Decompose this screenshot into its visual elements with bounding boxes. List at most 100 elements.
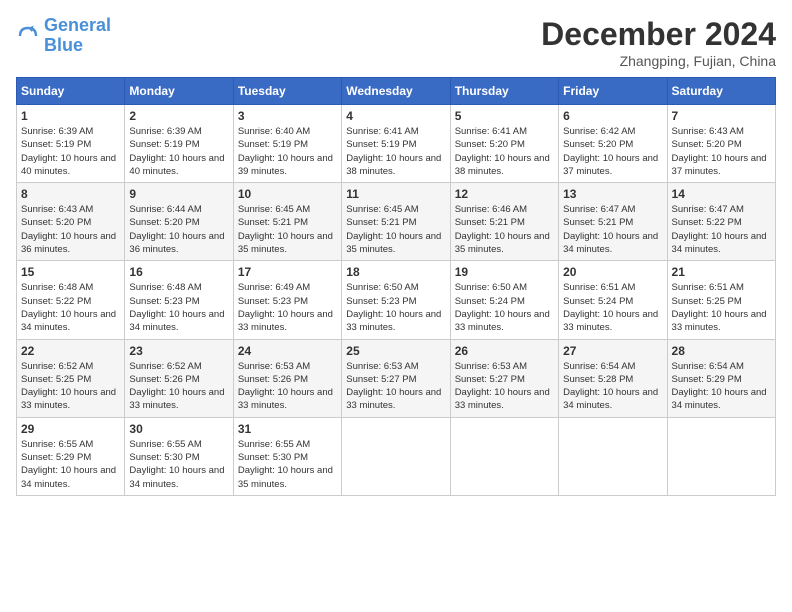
- day-number: 24: [238, 344, 337, 358]
- day-info: Sunrise: 6:52 AM Sunset: 5:26 PM Dayligh…: [129, 360, 228, 413]
- day-info: Sunrise: 6:55 AM Sunset: 5:30 PM Dayligh…: [129, 438, 228, 491]
- calendar-day-cell: 2 Sunrise: 6:39 AM Sunset: 5:19 PM Dayli…: [125, 105, 233, 183]
- weekday-header: Monday: [125, 78, 233, 105]
- calendar-day-cell: 27 Sunrise: 6:54 AM Sunset: 5:28 PM Dayl…: [559, 339, 667, 417]
- day-info: Sunrise: 6:43 AM Sunset: 5:20 PM Dayligh…: [672, 125, 771, 178]
- day-info: Sunrise: 6:43 AM Sunset: 5:20 PM Dayligh…: [21, 203, 120, 256]
- day-number: 21: [672, 265, 771, 279]
- calendar-day-cell: 10 Sunrise: 6:45 AM Sunset: 5:21 PM Dayl…: [233, 183, 341, 261]
- day-info: Sunrise: 6:50 AM Sunset: 5:24 PM Dayligh…: [455, 281, 554, 334]
- calendar-day-cell: 6 Sunrise: 6:42 AM Sunset: 5:20 PM Dayli…: [559, 105, 667, 183]
- day-number: 17: [238, 265, 337, 279]
- day-number: 31: [238, 422, 337, 436]
- day-number: 16: [129, 265, 228, 279]
- day-number: 10: [238, 187, 337, 201]
- day-info: Sunrise: 6:45 AM Sunset: 5:21 PM Dayligh…: [238, 203, 337, 256]
- page-header: General Blue December 2024 Zhangping, Fu…: [16, 16, 776, 69]
- day-number: 3: [238, 109, 337, 123]
- day-number: 9: [129, 187, 228, 201]
- day-info: Sunrise: 6:39 AM Sunset: 5:19 PM Dayligh…: [21, 125, 120, 178]
- day-info: Sunrise: 6:45 AM Sunset: 5:21 PM Dayligh…: [346, 203, 445, 256]
- calendar-day-cell: [559, 417, 667, 495]
- day-number: 15: [21, 265, 120, 279]
- calendar-day-cell: 11 Sunrise: 6:45 AM Sunset: 5:21 PM Dayl…: [342, 183, 450, 261]
- calendar-day-cell: 4 Sunrise: 6:41 AM Sunset: 5:19 PM Dayli…: [342, 105, 450, 183]
- day-info: Sunrise: 6:46 AM Sunset: 5:21 PM Dayligh…: [455, 203, 554, 256]
- calendar-week-row: 22 Sunrise: 6:52 AM Sunset: 5:25 PM Dayl…: [17, 339, 776, 417]
- day-number: 13: [563, 187, 662, 201]
- calendar-day-cell: 7 Sunrise: 6:43 AM Sunset: 5:20 PM Dayli…: [667, 105, 775, 183]
- day-info: Sunrise: 6:48 AM Sunset: 5:23 PM Dayligh…: [129, 281, 228, 334]
- calendar-day-cell: 16 Sunrise: 6:48 AM Sunset: 5:23 PM Dayl…: [125, 261, 233, 339]
- day-info: Sunrise: 6:48 AM Sunset: 5:22 PM Dayligh…: [21, 281, 120, 334]
- calendar-day-cell: 22 Sunrise: 6:52 AM Sunset: 5:25 PM Dayl…: [17, 339, 125, 417]
- calendar-day-cell: [450, 417, 558, 495]
- day-info: Sunrise: 6:49 AM Sunset: 5:23 PM Dayligh…: [238, 281, 337, 334]
- calendar-day-cell: 30 Sunrise: 6:55 AM Sunset: 5:30 PM Dayl…: [125, 417, 233, 495]
- weekday-header: Saturday: [667, 78, 775, 105]
- day-number: 8: [21, 187, 120, 201]
- day-number: 26: [455, 344, 554, 358]
- calendar-week-row: 1 Sunrise: 6:39 AM Sunset: 5:19 PM Dayli…: [17, 105, 776, 183]
- location: Zhangping, Fujian, China: [541, 53, 776, 69]
- day-number: 28: [672, 344, 771, 358]
- day-number: 27: [563, 344, 662, 358]
- day-number: 1: [21, 109, 120, 123]
- day-info: Sunrise: 6:41 AM Sunset: 5:19 PM Dayligh…: [346, 125, 445, 178]
- calendar-day-cell: 31 Sunrise: 6:55 AM Sunset: 5:30 PM Dayl…: [233, 417, 341, 495]
- weekday-header: Wednesday: [342, 78, 450, 105]
- title-block: December 2024 Zhangping, Fujian, China: [541, 16, 776, 69]
- day-info: Sunrise: 6:51 AM Sunset: 5:25 PM Dayligh…: [672, 281, 771, 334]
- day-info: Sunrise: 6:53 AM Sunset: 5:27 PM Dayligh…: [455, 360, 554, 413]
- day-number: 19: [455, 265, 554, 279]
- day-number: 25: [346, 344, 445, 358]
- day-number: 2: [129, 109, 228, 123]
- day-info: Sunrise: 6:53 AM Sunset: 5:26 PM Dayligh…: [238, 360, 337, 413]
- day-number: 30: [129, 422, 228, 436]
- weekday-header: Sunday: [17, 78, 125, 105]
- calendar-day-cell: 15 Sunrise: 6:48 AM Sunset: 5:22 PM Dayl…: [17, 261, 125, 339]
- day-info: Sunrise: 6:39 AM Sunset: 5:19 PM Dayligh…: [129, 125, 228, 178]
- calendar-header-row: SundayMondayTuesdayWednesdayThursdayFrid…: [17, 78, 776, 105]
- calendar-day-cell: 13 Sunrise: 6:47 AM Sunset: 5:21 PM Dayl…: [559, 183, 667, 261]
- calendar-day-cell: 8 Sunrise: 6:43 AM Sunset: 5:20 PM Dayli…: [17, 183, 125, 261]
- calendar-day-cell: 25 Sunrise: 6:53 AM Sunset: 5:27 PM Dayl…: [342, 339, 450, 417]
- logo: General Blue: [16, 16, 111, 56]
- logo-text: General Blue: [44, 16, 111, 56]
- day-number: 22: [21, 344, 120, 358]
- day-number: 4: [346, 109, 445, 123]
- weekday-header: Thursday: [450, 78, 558, 105]
- day-info: Sunrise: 6:53 AM Sunset: 5:27 PM Dayligh…: [346, 360, 445, 413]
- weekday-header: Friday: [559, 78, 667, 105]
- day-number: 29: [21, 422, 120, 436]
- day-info: Sunrise: 6:51 AM Sunset: 5:24 PM Dayligh…: [563, 281, 662, 334]
- day-info: Sunrise: 6:52 AM Sunset: 5:25 PM Dayligh…: [21, 360, 120, 413]
- calendar-day-cell: 5 Sunrise: 6:41 AM Sunset: 5:20 PM Dayli…: [450, 105, 558, 183]
- logo-icon: [16, 24, 40, 48]
- day-info: Sunrise: 6:55 AM Sunset: 5:30 PM Dayligh…: [238, 438, 337, 491]
- weekday-header: Tuesday: [233, 78, 341, 105]
- calendar-day-cell: 20 Sunrise: 6:51 AM Sunset: 5:24 PM Dayl…: [559, 261, 667, 339]
- calendar-day-cell: 23 Sunrise: 6:52 AM Sunset: 5:26 PM Dayl…: [125, 339, 233, 417]
- calendar-table: SundayMondayTuesdayWednesdayThursdayFrid…: [16, 77, 776, 496]
- calendar-day-cell: 19 Sunrise: 6:50 AM Sunset: 5:24 PM Dayl…: [450, 261, 558, 339]
- day-info: Sunrise: 6:47 AM Sunset: 5:22 PM Dayligh…: [672, 203, 771, 256]
- calendar-day-cell: [667, 417, 775, 495]
- day-info: Sunrise: 6:47 AM Sunset: 5:21 PM Dayligh…: [563, 203, 662, 256]
- calendar-day-cell: 3 Sunrise: 6:40 AM Sunset: 5:19 PM Dayli…: [233, 105, 341, 183]
- day-info: Sunrise: 6:44 AM Sunset: 5:20 PM Dayligh…: [129, 203, 228, 256]
- day-number: 14: [672, 187, 771, 201]
- day-info: Sunrise: 6:40 AM Sunset: 5:19 PM Dayligh…: [238, 125, 337, 178]
- day-number: 12: [455, 187, 554, 201]
- day-info: Sunrise: 6:42 AM Sunset: 5:20 PM Dayligh…: [563, 125, 662, 178]
- calendar-day-cell: [342, 417, 450, 495]
- calendar-week-row: 8 Sunrise: 6:43 AM Sunset: 5:20 PM Dayli…: [17, 183, 776, 261]
- calendar-day-cell: 26 Sunrise: 6:53 AM Sunset: 5:27 PM Dayl…: [450, 339, 558, 417]
- calendar-week-row: 29 Sunrise: 6:55 AM Sunset: 5:29 PM Dayl…: [17, 417, 776, 495]
- calendar-day-cell: 12 Sunrise: 6:46 AM Sunset: 5:21 PM Dayl…: [450, 183, 558, 261]
- calendar-day-cell: 1 Sunrise: 6:39 AM Sunset: 5:19 PM Dayli…: [17, 105, 125, 183]
- day-number: 18: [346, 265, 445, 279]
- day-info: Sunrise: 6:54 AM Sunset: 5:28 PM Dayligh…: [563, 360, 662, 413]
- calendar-day-cell: 29 Sunrise: 6:55 AM Sunset: 5:29 PM Dayl…: [17, 417, 125, 495]
- calendar-week-row: 15 Sunrise: 6:48 AM Sunset: 5:22 PM Dayl…: [17, 261, 776, 339]
